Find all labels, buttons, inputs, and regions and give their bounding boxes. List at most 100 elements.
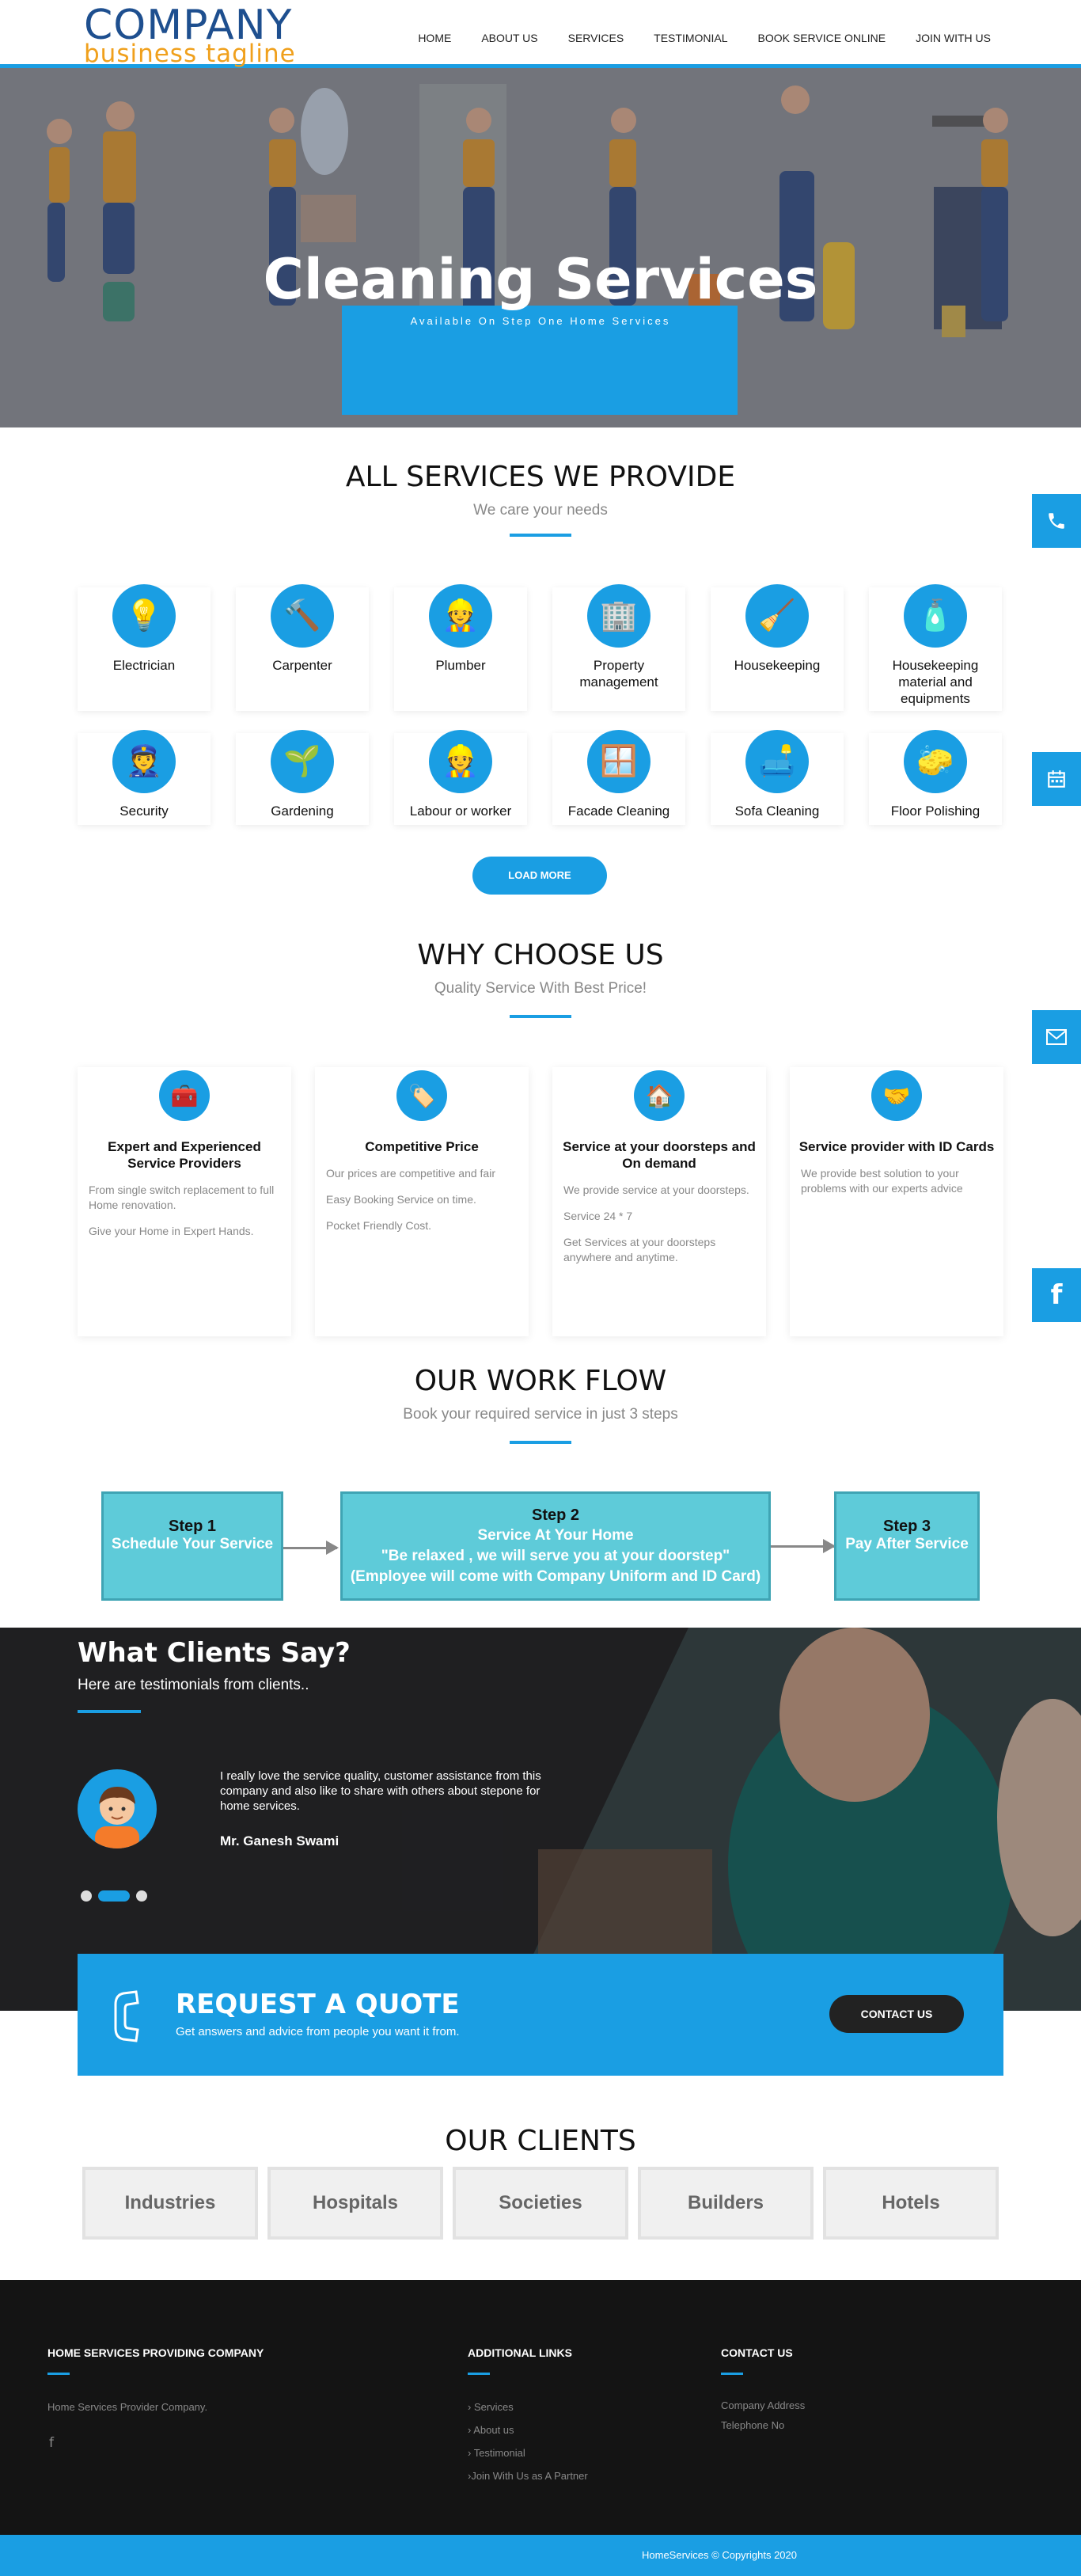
step-number: Step 3 <box>882 1518 931 1535</box>
service-label: Labour or worker <box>409 804 512 819</box>
why-card-title: Expert and Experienced Service Providers <box>108 1139 261 1171</box>
step-text: Pay After Service <box>845 1536 969 1552</box>
workflow-title: OUR WORK FLOW <box>414 1365 667 1397</box>
footer-contact-heading: CONTACT US <box>721 2346 793 2359</box>
why-card-price: 🏷️ Competitive Price Our prices are comp… <box>315 1067 529 1336</box>
nav-services[interactable]: SERVICES <box>568 32 624 44</box>
service-label: Floor Polishing <box>890 804 980 819</box>
service-card[interactable]: 🧴 Housekeeping material and equipments <box>869 584 1002 711</box>
facebook-side-button[interactable]: f <box>1032 1268 1081 1322</box>
phone-handset-icon <box>114 1990 139 2042</box>
site-header: COMPANY business tagline HOME ABOUT US S… <box>0 0 1081 68</box>
why-card-text: Easy Booking Service on time. <box>326 1193 476 1206</box>
footer-facebook-icon[interactable]: f <box>49 2435 54 2451</box>
client-builders: Builders <box>638 2167 814 2240</box>
why-card-expert: 🧰 Expert and Experienced Service Provide… <box>78 1067 291 1336</box>
footer-link-services[interactable]: › Services <box>468 2396 588 2418</box>
service-card[interactable]: 💡 Electrician <box>78 584 211 711</box>
footer-links: › Services › About us › Testimonial ›Joi… <box>468 2396 588 2487</box>
why-card-title: Competitive Price <box>365 1139 479 1154</box>
logo[interactable]: COMPANY business tagline <box>84 5 296 68</box>
workflow-step-2: Step 2 Service At Your Home "Be relaxed … <box>340 1491 771 1601</box>
footer-link-join[interactable]: ›Join With Us as A Partner <box>468 2464 588 2487</box>
client-hospitals: Hospitals <box>267 2167 443 2240</box>
supplies-icon: 🧴 <box>904 584 967 648</box>
step-text: Schedule Your Service <box>111 1536 274 1552</box>
request-quote-banner: REQUEST A QUOTE Get answers and advice f… <box>78 1954 1003 2076</box>
footer-link-about[interactable]: › About us <box>468 2418 588 2441</box>
why-subtitle: Quality Service With Best Price! <box>434 980 647 997</box>
service-label: Gardening <box>271 804 334 819</box>
why-card-text: Our prices are competitive and fair <box>326 1167 495 1180</box>
clients-title: OUR CLIENTS <box>445 2125 636 2157</box>
email-side-button[interactable] <box>1032 1010 1081 1064</box>
request-quote-subtitle: Get answers and advice from people you w… <box>176 2025 460 2038</box>
service-card[interactable]: 🪟 Facade Cleaning <box>552 730 685 825</box>
services-divider <box>510 534 571 537</box>
footer-company-text: Home Services Provider Company. <box>47 2401 208 2413</box>
carousel-dot[interactable] <box>81 1890 92 1902</box>
why-card-title: Service provider with ID Cards <box>798 1139 995 1154</box>
load-more-button[interactable]: LOAD MORE <box>472 857 607 895</box>
carousel-dot-active[interactable] <box>98 1890 130 1902</box>
nav-testimonial[interactable]: TESTIMONIAL <box>654 32 727 44</box>
why-title: WHY CHOOSE US <box>417 939 664 971</box>
step-text: (Employee will come with Company Uniform… <box>350 1568 761 1585</box>
nav-about-us[interactable]: ABOUT US <box>481 32 537 44</box>
service-label: Electrician <box>112 658 176 673</box>
service-label: Sofa Cleaning <box>734 804 820 819</box>
footer-contact: Company Address Telephone No <box>721 2396 805 2435</box>
service-card[interactable]: 👷 Labour or worker <box>394 730 527 825</box>
mail-icon <box>1046 1029 1067 1045</box>
step-number: Step 1 <box>168 1518 217 1535</box>
main-nav: HOME ABOUT US SERVICES TESTIMONIAL BOOK … <box>388 32 991 44</box>
why-card-text: Service 24 * 7 <box>563 1210 633 1222</box>
service-card[interactable]: 🛋️ Sofa Cleaning <box>711 730 844 825</box>
nav-home[interactable]: HOME <box>418 32 451 44</box>
copyright-bar: HomeServices © Copyrights 2020 <box>0 2535 1081 2576</box>
service-card[interactable]: 👮 Security <box>78 730 211 825</box>
facebook-icon: f <box>1050 1279 1063 1311</box>
workflow-divider <box>510 1441 571 1444</box>
step-text: Service At Your Home <box>477 1527 634 1544</box>
worker-icon: 👷 <box>429 730 492 793</box>
client-societies: Societies <box>453 2167 628 2240</box>
contact-us-button[interactable]: CONTACT US <box>829 1995 964 2033</box>
booking-side-button[interactable] <box>1032 752 1081 806</box>
nav-join-with-us[interactable]: JOIN WITH US <box>916 32 991 44</box>
service-card[interactable]: 🧹 Housekeeping <box>711 584 844 711</box>
services-title: ALL SERVICES WE PROVIDE <box>345 461 736 493</box>
why-card-text: From single switch replacement to full H… <box>89 1184 275 1211</box>
testimonials-divider <box>78 1710 141 1713</box>
why-card-title: Service at your doorsteps and On demand <box>563 1139 756 1171</box>
footer-link-testimonial[interactable]: › Testimonial <box>468 2441 588 2464</box>
logo-tagline: business tagline <box>84 40 296 68</box>
call-side-button[interactable] <box>1032 494 1081 548</box>
plumber-icon: 👷 <box>429 584 492 648</box>
id-card-icon: 🤝 <box>871 1070 922 1121</box>
service-card[interactable]: 🔨 Carpenter <box>236 584 369 711</box>
bulb-icon: 💡 <box>112 584 176 648</box>
step-number: Step 2 <box>531 1506 580 1524</box>
window-cleaning-icon: 🪟 <box>587 730 650 793</box>
client-hotels: Hotels <box>823 2167 999 2240</box>
service-card[interactable]: 🌱 Gardening <box>236 730 369 825</box>
footer-links-heading: ADDITIONAL LINKS <box>468 2346 572 2359</box>
why-card-text: Give your Home in Expert Hands. <box>89 1225 254 1237</box>
footer-phone: Telephone No <box>721 2419 785 2431</box>
nav-book-service-online[interactable]: BOOK SERVICE ONLINE <box>758 32 886 44</box>
hammer-icon: 🔨 <box>271 584 334 648</box>
service-label: Housekeeping <box>734 658 821 673</box>
service-card[interactable]: 🏢 Property management <box>552 584 685 711</box>
client-industries: Industries <box>82 2167 258 2240</box>
carousel-dot[interactable] <box>136 1890 147 1902</box>
carousel-dots <box>81 1890 147 1902</box>
hero-title: Cleaning Services <box>263 247 818 312</box>
service-label: Housekeeping material and equipments <box>892 658 979 706</box>
service-card[interactable]: 🧽 Floor Polishing <box>869 730 1002 825</box>
service-label: Security <box>119 804 169 819</box>
workflow-subtitle: Book your required service in just 3 ste… <box>403 1406 678 1423</box>
guard-icon: 👮 <box>112 730 176 793</box>
request-quote-title: REQUEST A QUOTE <box>176 1989 460 2020</box>
service-card[interactable]: 👷 Plumber <box>394 584 527 711</box>
